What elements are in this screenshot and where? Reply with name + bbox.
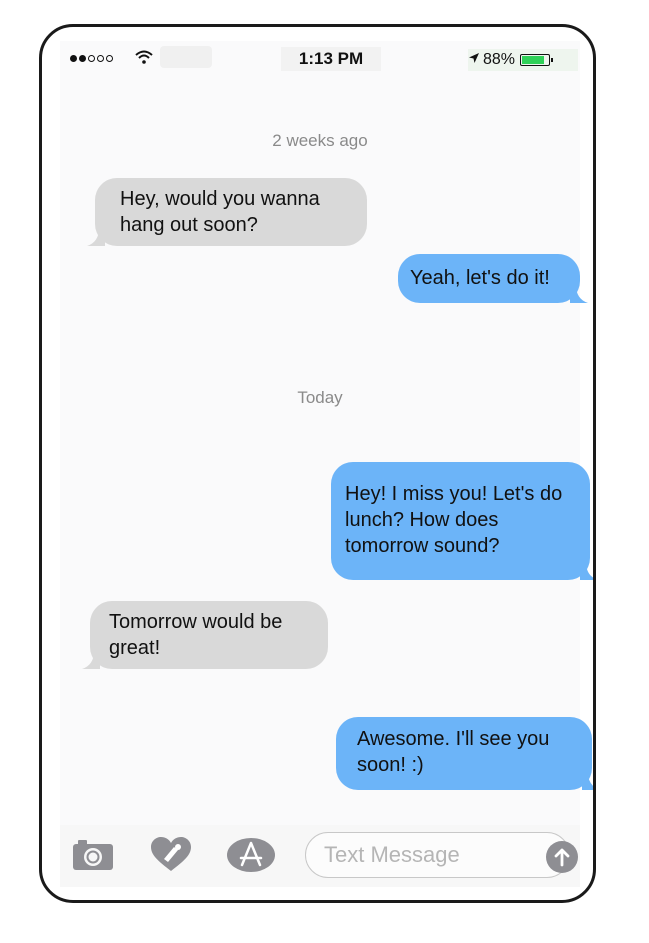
message-bubble-incoming[interactable]: Tomorrow would be great! [82, 601, 328, 669]
message-bubble-outgoing[interactable]: Awesome. I'll see you soon! :) [336, 717, 593, 790]
status-time: 1:13 PM [281, 47, 381, 71]
message-line: great! [109, 637, 161, 659]
send-arrow-icon[interactable] [546, 841, 578, 873]
message-line: Awesome. I'll see you [357, 728, 550, 750]
message-line: hang out soon? [120, 214, 258, 236]
bubble-tail [82, 651, 100, 669]
app-store-icon[interactable] [225, 835, 275, 875]
location-arrow-icon [468, 51, 480, 69]
message-line: lunch? How does [345, 509, 499, 531]
carrier-name-redacted [160, 46, 212, 68]
message-line: Yeah, let's do it! [410, 267, 550, 289]
signal-strength-icon [70, 55, 113, 62]
status-bar: 1:13 PM 88% [60, 41, 580, 77]
messages-screen: 1:13 PM 88% 2 weeks ago Today Hey, would… [60, 41, 593, 887]
message-line: tomorrow sound? [345, 535, 500, 557]
battery-icon [520, 54, 554, 66]
message-line: Tomorrow would be [109, 611, 283, 633]
message-line: Hey, would you wanna [120, 188, 320, 210]
battery-percent: 88% [483, 51, 516, 68]
wifi-icon [135, 50, 153, 69]
timestamp-divider: Today [297, 388, 343, 407]
bubble-tail [580, 562, 593, 580]
bubble-tail [582, 772, 593, 790]
timestamp-divider: 2 weeks ago [272, 131, 368, 150]
message-bubble-outgoing[interactable]: Yeah, let's do it! [398, 254, 588, 303]
message-line: Hey! I miss you! Let's do [345, 483, 563, 505]
message-bubble-incoming[interactable]: Hey, would you wanna hang out soon? [87, 178, 367, 246]
message-line: soon! :) [357, 754, 424, 776]
camera-icon[interactable] [70, 835, 116, 875]
bubble-tail [570, 285, 588, 303]
phone-frame: 1:13 PM 88% 2 weeks ago Today Hey, would… [39, 24, 596, 903]
bubble-tail [87, 228, 105, 246]
digital-touch-heart-icon[interactable] [148, 835, 194, 875]
message-input[interactable]: Text Message [305, 832, 570, 878]
status-right-group: 88% [468, 49, 578, 71]
message-bubble-outgoing[interactable]: Hey! I miss you! Let's do lunch? How doe… [331, 462, 593, 580]
compose-bar: Text Message [60, 825, 580, 887]
